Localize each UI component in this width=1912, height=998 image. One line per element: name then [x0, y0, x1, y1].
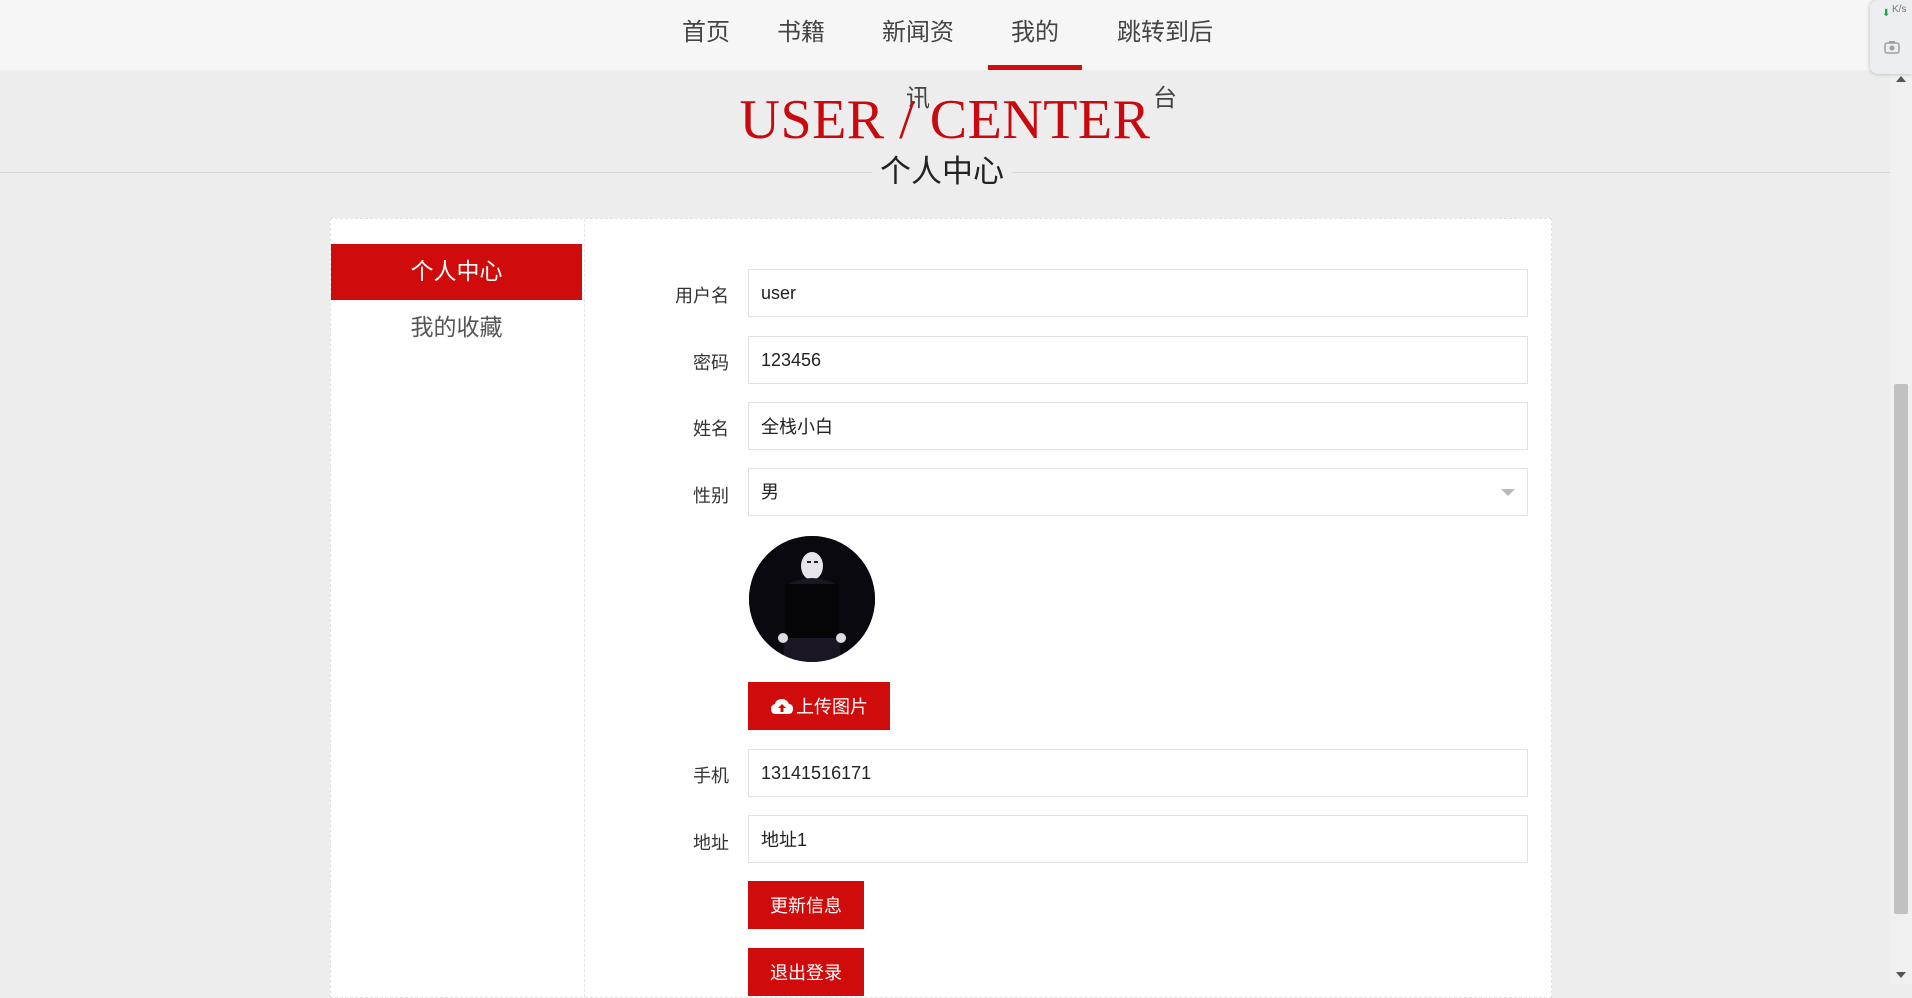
update-info-button[interactable]: 更新信息 — [748, 881, 864, 929]
gender-selected-value: 男 — [761, 482, 779, 502]
sidebar-item-personal-center[interactable]: 个人中心 — [331, 244, 582, 300]
camera-icon — [1884, 41, 1900, 54]
upload-image-button[interactable]: 上传图片 — [748, 682, 890, 730]
phone-label: 手机 — [693, 766, 729, 786]
upload-image-label: 上传图片 — [796, 697, 868, 717]
password-field[interactable] — [748, 336, 1528, 384]
phone-field[interactable] — [748, 749, 1528, 797]
nav-item-news[interactable]: 新闻资讯 — [872, 0, 964, 112]
name-label: 姓名 — [693, 419, 729, 439]
address-label: 地址 — [693, 833, 729, 853]
cloud-upload-icon — [771, 699, 793, 714]
sidebar: 个人中心 我的收藏 — [331, 219, 585, 997]
nav-list: 首页 书籍 新闻资讯 我的 跳转到后台 — [0, 0, 1890, 112]
name-field[interactable] — [748, 402, 1528, 450]
floating-speed-widget[interactable]: ⬇ K/s — [1870, 0, 1912, 74]
scroll-up-icon[interactable] — [1896, 76, 1906, 82]
page-subtitle: 个人中心 — [872, 152, 1012, 192]
scroll-down-icon[interactable] — [1896, 972, 1906, 978]
user-center-panel: 个人中心 我的收藏 用户名 密码 姓名 性别 男 上传图片 — [330, 218, 1552, 998]
nav-item-books[interactable]: 书籍 — [776, 0, 826, 70]
chevron-down-icon — [1501, 489, 1515, 496]
nav-item-admin[interactable]: 跳转到后台 — [1106, 0, 1224, 112]
avatar-image — [749, 536, 875, 662]
address-field[interactable] — [748, 815, 1528, 863]
page-title: USER / CENTER — [739, 89, 1151, 151]
top-navigation: 首页 书籍 新闻资讯 我的 跳转到后台 — [0, 0, 1890, 112]
scrollbar[interactable] — [1890, 70, 1912, 984]
sidebar-item-favorites[interactable]: 我的收藏 — [331, 300, 582, 356]
gender-select[interactable]: 男 — [748, 468, 1528, 516]
nav-item-home[interactable]: 首页 — [680, 0, 732, 70]
gender-label: 性别 — [693, 486, 729, 506]
download-arrow-icon: ⬇ — [1882, 8, 1891, 19]
username-label: 用户名 — [675, 286, 729, 306]
avatar — [749, 536, 875, 662]
nav-item-mine[interactable]: 我的 — [988, 0, 1082, 70]
logout-button[interactable]: 退出登录 — [748, 948, 864, 996]
password-label: 密码 — [693, 353, 729, 373]
scrollbar-thumb[interactable] — [1894, 384, 1908, 914]
username-field[interactable] — [748, 269, 1528, 317]
speed-text: K/s — [1892, 4, 1907, 15]
